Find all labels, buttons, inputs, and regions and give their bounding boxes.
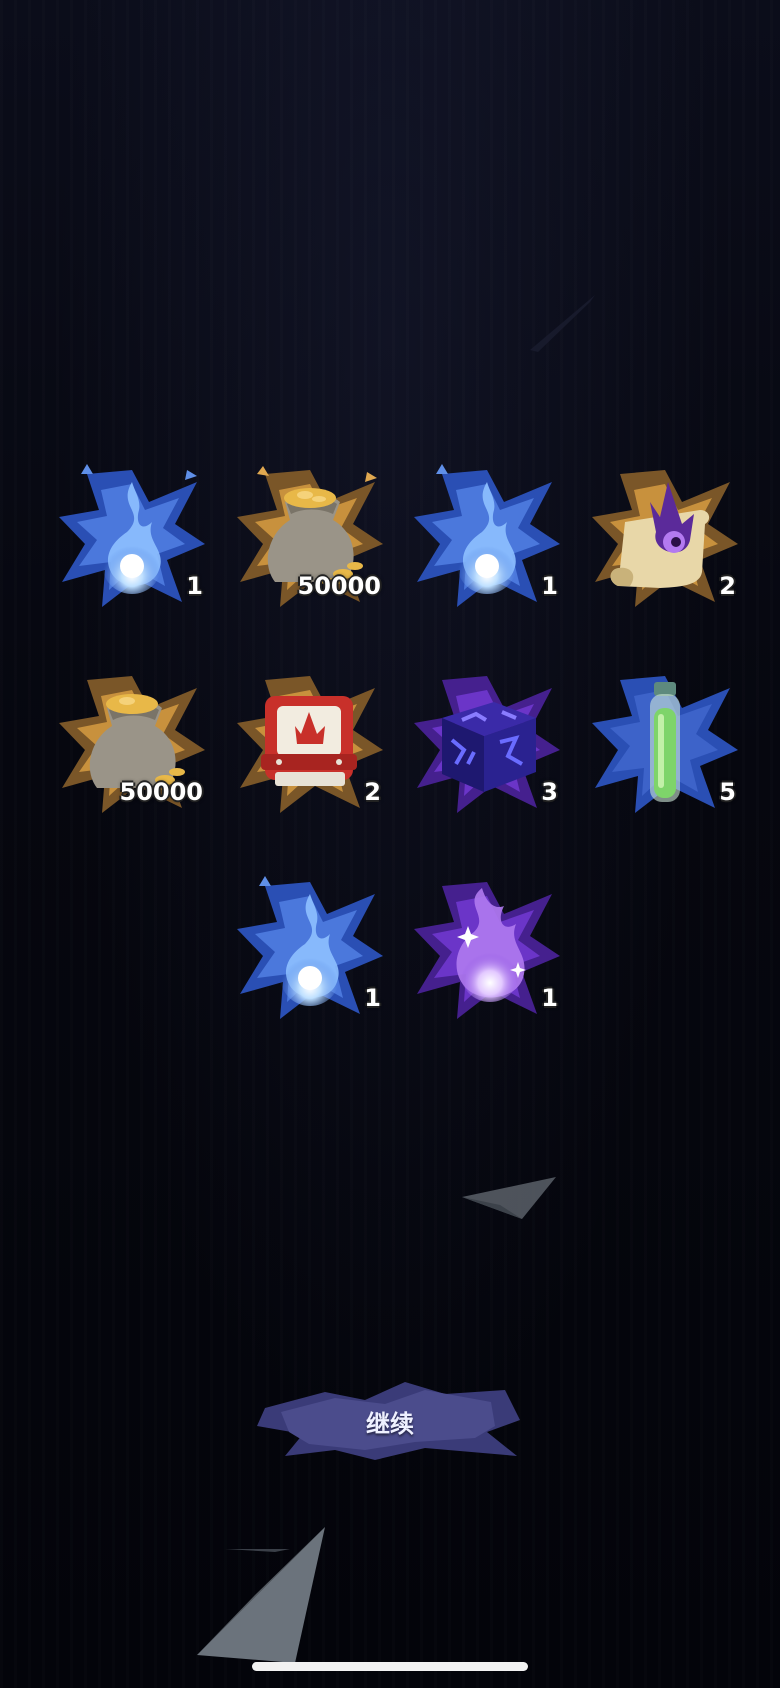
reward-item[interactable]: 50000 [57, 668, 207, 818]
reward-count: 1 [364, 984, 381, 1012]
reward-count: 50000 [119, 778, 204, 806]
purple-spirit-flame-icon [456, 888, 526, 1002]
reward-count: 50000 [297, 572, 382, 600]
reward-item[interactable]: 1 [412, 462, 562, 612]
green-potion-icon [650, 682, 680, 802]
reward-count: 2 [364, 778, 381, 806]
home-indicator[interactable] [252, 1662, 528, 1671]
reward-count: 2 [719, 572, 736, 600]
continue-label: 继续 [366, 1409, 414, 1438]
reward-count: 1 [541, 984, 558, 1012]
reward-count: 5 [719, 778, 736, 806]
reward-count: 1 [541, 572, 558, 600]
reward-item[interactable]: 5 [590, 668, 740, 818]
reward-item[interactable]: 3 [412, 668, 562, 818]
blue-flame-icon [280, 894, 340, 1006]
continue-button[interactable]: 继续 [255, 1380, 525, 1462]
blue-flame-icon [102, 482, 162, 594]
reward-item[interactable]: 2 [590, 462, 740, 612]
reward-item[interactable]: 50000 [235, 462, 385, 612]
reward-count: 3 [541, 778, 558, 806]
blue-flame-icon [457, 482, 517, 594]
purple-scroll-icon [610, 482, 710, 588]
reward-item[interactable]: 2 [235, 668, 385, 818]
reward-item[interactable]: 1 [412, 874, 562, 1024]
reward-count: 1 [186, 572, 203, 600]
reward-item[interactable]: 1 [235, 874, 385, 1024]
red-chest-icon [261, 696, 357, 786]
purple-rune-cube-icon [442, 702, 536, 792]
reward-item[interactable]: 1 [57, 462, 207, 612]
